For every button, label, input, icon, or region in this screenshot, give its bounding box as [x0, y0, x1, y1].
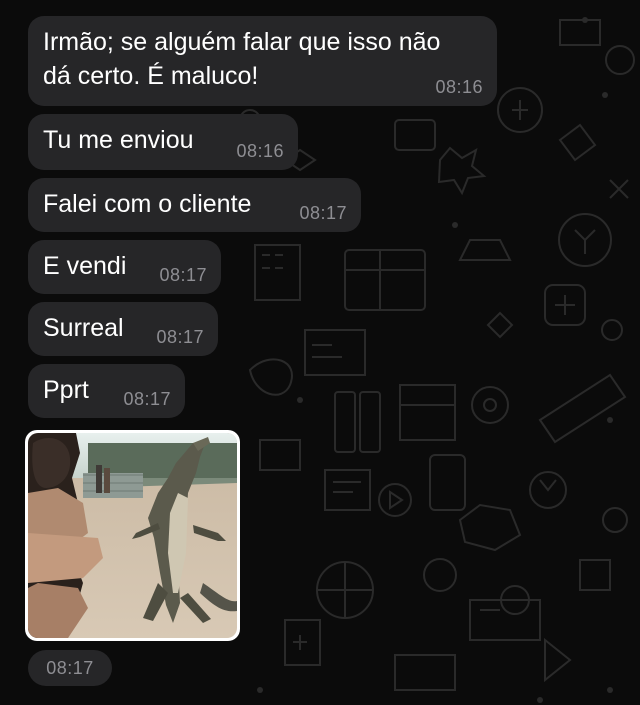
message-bubble[interactable]: Pprt 08:17 — [28, 364, 185, 418]
message-bubble[interactable]: E vendi 08:17 — [28, 240, 221, 294]
message-timestamp: 08:16 — [435, 77, 483, 97]
message-timestamp: 08:17 — [299, 203, 347, 223]
message-bubble[interactable]: Surreal 08:17 — [28, 302, 218, 356]
message-text: E vendi — [43, 252, 127, 280]
message-text: Falei com o cliente — [43, 190, 252, 218]
message-timestamp: 08:17 — [156, 327, 204, 347]
video-thumbnail[interactable] — [28, 433, 237, 638]
message-text: Tu me enviou — [43, 126, 194, 154]
message-timestamp: 08:16 — [236, 141, 284, 161]
message-text: Irmão; se alguém falar que isso não dá c… — [43, 28, 441, 90]
message-timestamp: 08:17 — [159, 265, 207, 285]
video-message[interactable] — [25, 430, 240, 641]
message-text: Surreal — [43, 314, 124, 342]
message-bubble[interactable]: Irmão; se alguém falar que isso não dá c… — [28, 16, 497, 106]
message-bubble[interactable]: Tu me enviou 08:16 — [28, 114, 298, 170]
message-timestamp: 08:17 — [123, 389, 171, 409]
media-timestamp-text: 08:17 — [46, 658, 94, 678]
message-text: Pprt — [43, 376, 89, 404]
message-bubble[interactable]: Falei com o cliente 08:17 — [28, 178, 361, 232]
media-timestamp: 08:17 — [28, 650, 112, 686]
